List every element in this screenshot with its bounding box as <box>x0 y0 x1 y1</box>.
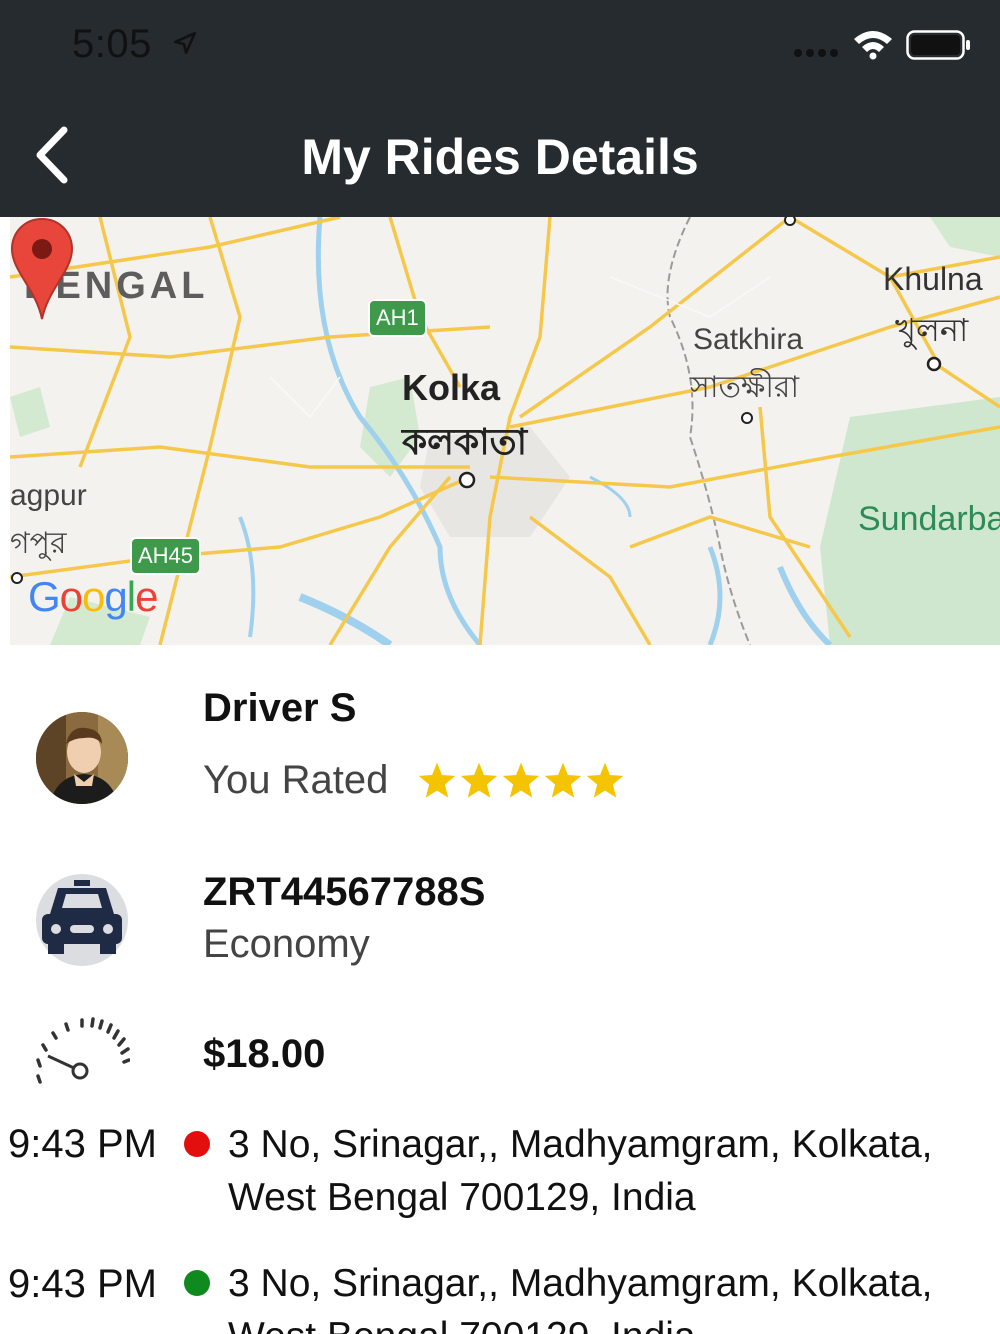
pickup-time: 9:43 PM <box>8 1122 157 1166</box>
vehicle-type: Economy <box>203 922 370 966</box>
drop-dot-icon <box>184 1270 210 1296</box>
map-label-satkhira: Satkhira <box>693 323 804 356</box>
ride-route-map[interactable]: BENGAL Kolka কলকাতা Khulna খুলনা Satkhir… <box>10 217 1000 645</box>
vehicle-number: ZRT44567788S <box>203 870 486 914</box>
top-bar: 5:05 My Rides Details <box>0 0 1000 217</box>
battery-icon <box>906 30 970 60</box>
taxi-icon <box>36 874 128 966</box>
map-label-agpur: agpur <box>10 479 87 512</box>
map-label-city-bn: কলকাতা <box>402 421 528 462</box>
driver-name: Driver S <box>203 686 357 730</box>
map-label-sundarban: Sundarba Forest, Banglade <box>858 500 1000 538</box>
map-label-satkhira-bn: সাতক্ষীরা <box>690 371 800 404</box>
wifi-icon <box>854 31 892 60</box>
map-label-khulna: Khulna <box>883 261 983 297</box>
drop-address: 3 No, Srinagar,, Madhyamgram, Kolkata, W… <box>228 1262 933 1334</box>
location-arrow-icon <box>173 31 197 55</box>
highway-shield-ah45: AH45 <box>130 537 202 575</box>
google-logo: Google <box>28 573 158 620</box>
driver-avatar <box>36 712 128 804</box>
rating-stars <box>416 758 626 804</box>
pickup-dot-icon <box>184 1131 210 1157</box>
map-label-khulna-bn: খুলনা <box>895 312 969 348</box>
map-pin-icon[interactable] <box>10 217 74 321</box>
status-time: 5:05 <box>72 22 152 66</box>
star-icon <box>460 762 498 798</box>
star-icon <box>418 762 456 798</box>
star-icon <box>586 762 624 798</box>
page-title: My Rides Details <box>301 129 699 185</box>
map-label-agpur-bn: গপুর <box>10 527 67 560</box>
speedometer-icon <box>36 1017 130 1084</box>
drop-time: 9:43 PM <box>8 1262 157 1306</box>
rated-label: You Rated <box>203 758 389 802</box>
signal-icon <box>794 49 838 57</box>
fare-amount: $18.00 <box>203 1032 326 1076</box>
star-icon <box>544 762 582 798</box>
highway-shield-ah1: AH1 <box>368 299 427 337</box>
star-icon <box>502 762 540 798</box>
map-label-city: Kolka <box>402 367 501 408</box>
pickup-address: 3 No, Srinagar,, Madhyamgram, Kolkata, W… <box>228 1123 933 1219</box>
